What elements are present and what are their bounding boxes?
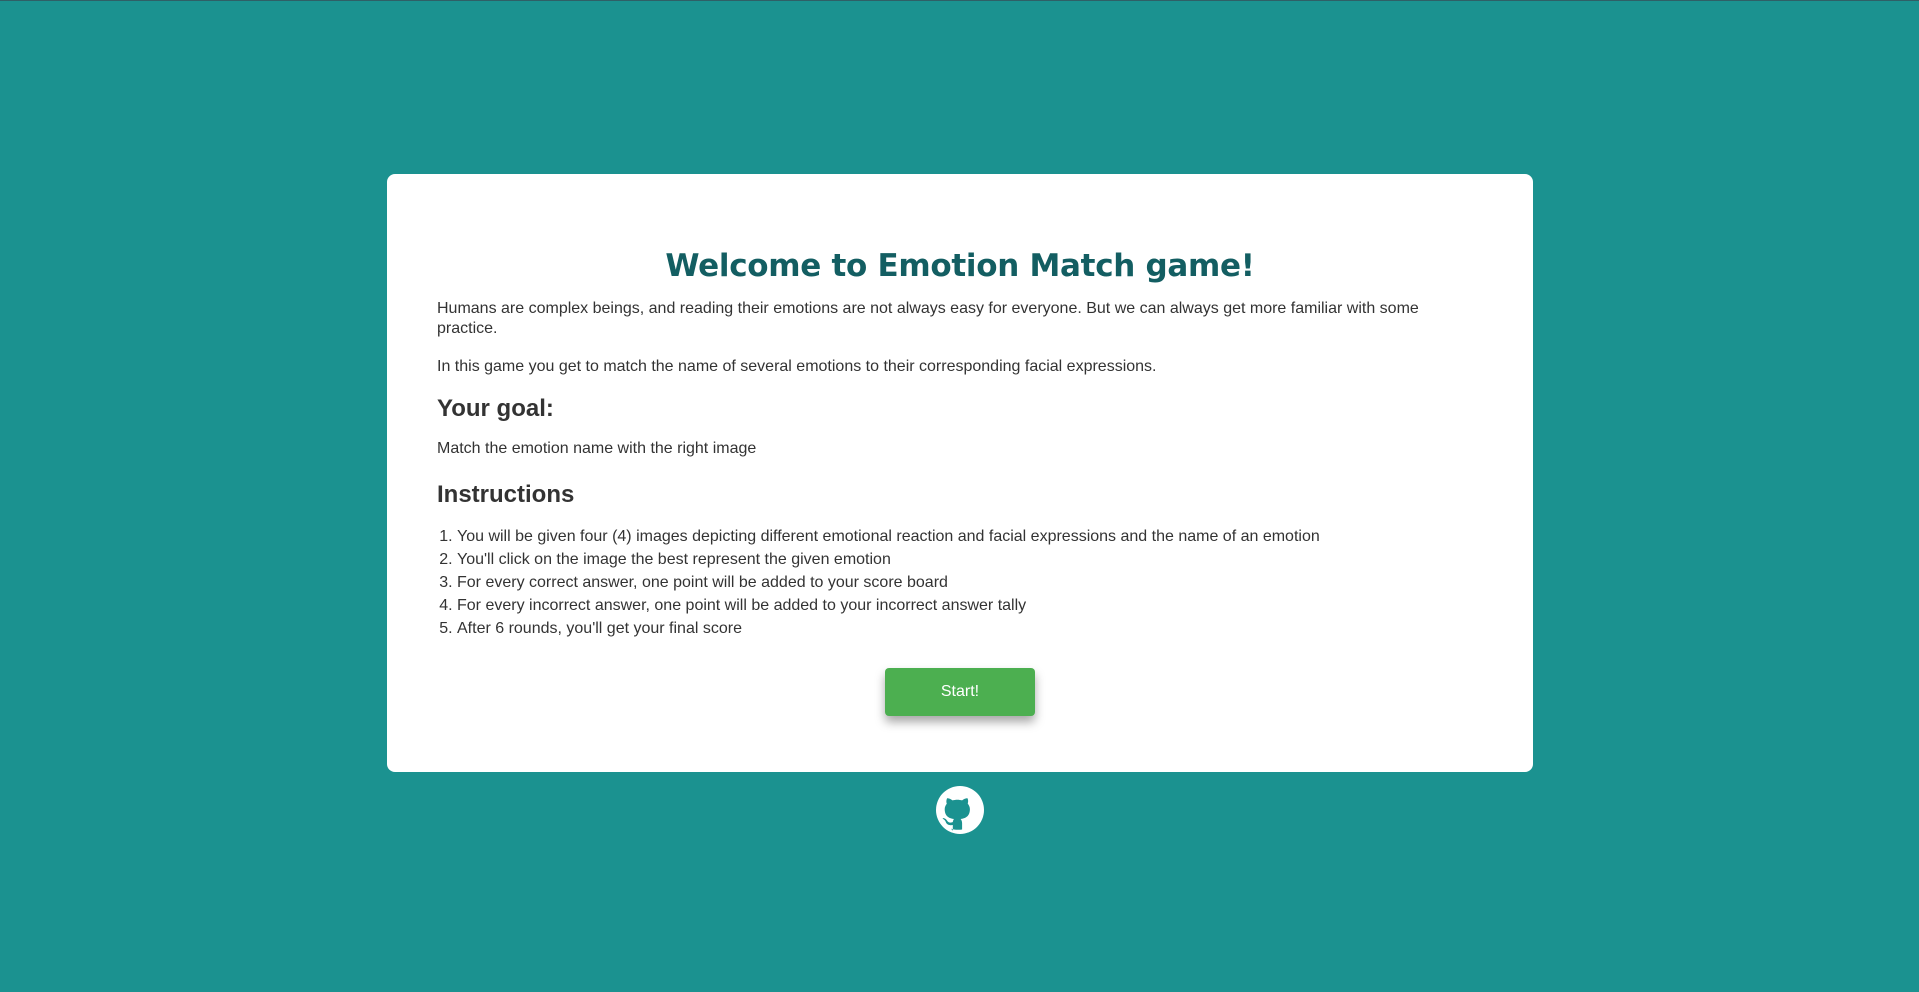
instructions-list: You will be given four (4) images depict… xyxy=(437,525,1483,640)
instruction-item: You will be given four (4) images depict… xyxy=(457,525,1483,548)
start-button-container: Start! xyxy=(437,668,1483,716)
intro-paragraph-1: Humans are complex beings, and reading t… xyxy=(437,300,1419,337)
github-icon-svg xyxy=(936,786,984,834)
instructions-heading: Instructions xyxy=(437,481,575,508)
instruction-item: For every incorrect answer, one point wi… xyxy=(457,594,1483,617)
top-border xyxy=(0,0,1919,1)
page-title: Welcome to Emotion Match game! xyxy=(665,248,1255,284)
start-button[interactable]: Start! xyxy=(885,668,1035,716)
github-icon[interactable] xyxy=(936,786,984,834)
instruction-item: For every correct answer, one point will… xyxy=(457,571,1483,594)
instruction-item: After 6 rounds, you'll get your final sc… xyxy=(457,617,1483,640)
intro-card: Welcome to Emotion Match game! Humans ar… xyxy=(387,174,1533,772)
goal-heading: Your goal: xyxy=(437,395,554,422)
intro-paragraph-2: In this game you get to match the name o… xyxy=(437,358,1157,375)
instruction-item: You'll click on the image the best repre… xyxy=(457,548,1483,571)
goal-text: Match the emotion name with the right im… xyxy=(437,440,757,457)
